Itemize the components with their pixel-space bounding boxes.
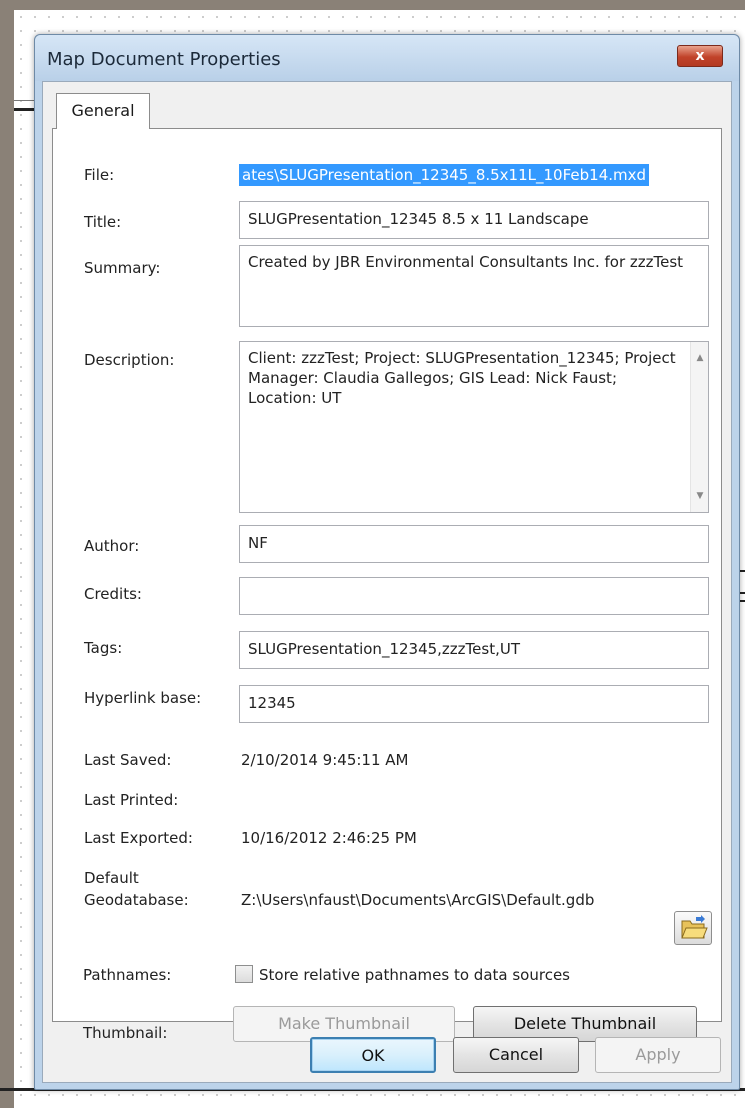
ok-button[interactable]: OK [310,1037,436,1073]
relative-pathnames-label[interactable]: Store relative pathnames to data sources [259,966,570,984]
description-label: Description: [84,351,175,369]
last-printed-label: Last Printed: [84,791,179,809]
thumbnail-label: Thumbnail: [83,1024,168,1042]
default-geodatabase-value: Z:\Users\nfaust\Documents\ArcGIS\Default… [241,891,595,909]
last-exported-label: Last Exported: [84,829,193,847]
file-path-value[interactable]: ates\SLUGPresentation_12345_8.5x11L_10Fe… [239,164,650,186]
pathnames-label: Pathnames: [83,966,172,984]
general-tab-panel: File: ates\SLUGPresentation_12345_8.5x11… [52,128,722,1022]
last-saved-value: 2/10/2014 9:45:11 AM [241,751,409,769]
folder-open-icon [681,915,708,939]
credits-label: Credits: [84,585,142,603]
window-frame-top [0,0,745,10]
last-saved-label: Last Saved: [84,751,172,769]
author-label: Author: [84,537,140,555]
relative-pathnames-checkbox[interactable] [235,965,253,983]
description-text: Client: zzzTest; Project: SLUGPresentati… [248,349,676,407]
browse-geodatabase-button[interactable] [674,911,712,945]
summary-label: Summary: [84,259,161,277]
close-button[interactable]: x [677,45,723,67]
description-input[interactable]: Client: zzzTest; Project: SLUGPresentati… [239,341,709,513]
scroll-down-icon[interactable]: ▼ [691,486,708,506]
default-geodatabase-label-line1: Default [84,869,139,887]
credits-input[interactable] [239,577,709,615]
tab-general[interactable]: General [56,93,150,129]
description-scrollbar[interactable]: ▲ ▼ [690,342,708,512]
apply-button[interactable]: Apply [595,1037,721,1073]
title-bar[interactable]: Map Document Properties x [35,35,739,81]
hyperlink-base-input[interactable]: 12345 [239,685,709,723]
author-input[interactable]: NF [239,525,709,563]
default-geodatabase-label-line2: Geodatabase: [84,891,189,909]
scroll-up-icon[interactable]: ▲ [691,348,708,368]
tags-label: Tags: [84,639,123,657]
title-label: Title: [84,213,122,231]
title-input[interactable]: SLUGPresentation_12345 8.5 x 11 Landscap… [239,201,709,239]
hyperlink-base-label: Hyperlink base: [84,689,202,707]
cancel-button[interactable]: Cancel [453,1037,579,1073]
dialog-client-area: General File: ates\SLUGPresentation_1234… [42,81,732,1083]
summary-input[interactable]: Created by JBR Environmental Consultants… [239,245,709,327]
file-label: File: [84,166,115,184]
map-document-properties-dialog: Map Document Properties x General File: … [34,34,740,1090]
close-icon: x [695,48,705,64]
window-frame-left [0,0,14,1108]
tags-input[interactable]: SLUGPresentation_12345,zzzTest,UT [239,631,709,669]
last-exported-value: 10/16/2012 2:46:25 PM [241,829,417,847]
dialog-title: Map Document Properties [47,49,281,70]
